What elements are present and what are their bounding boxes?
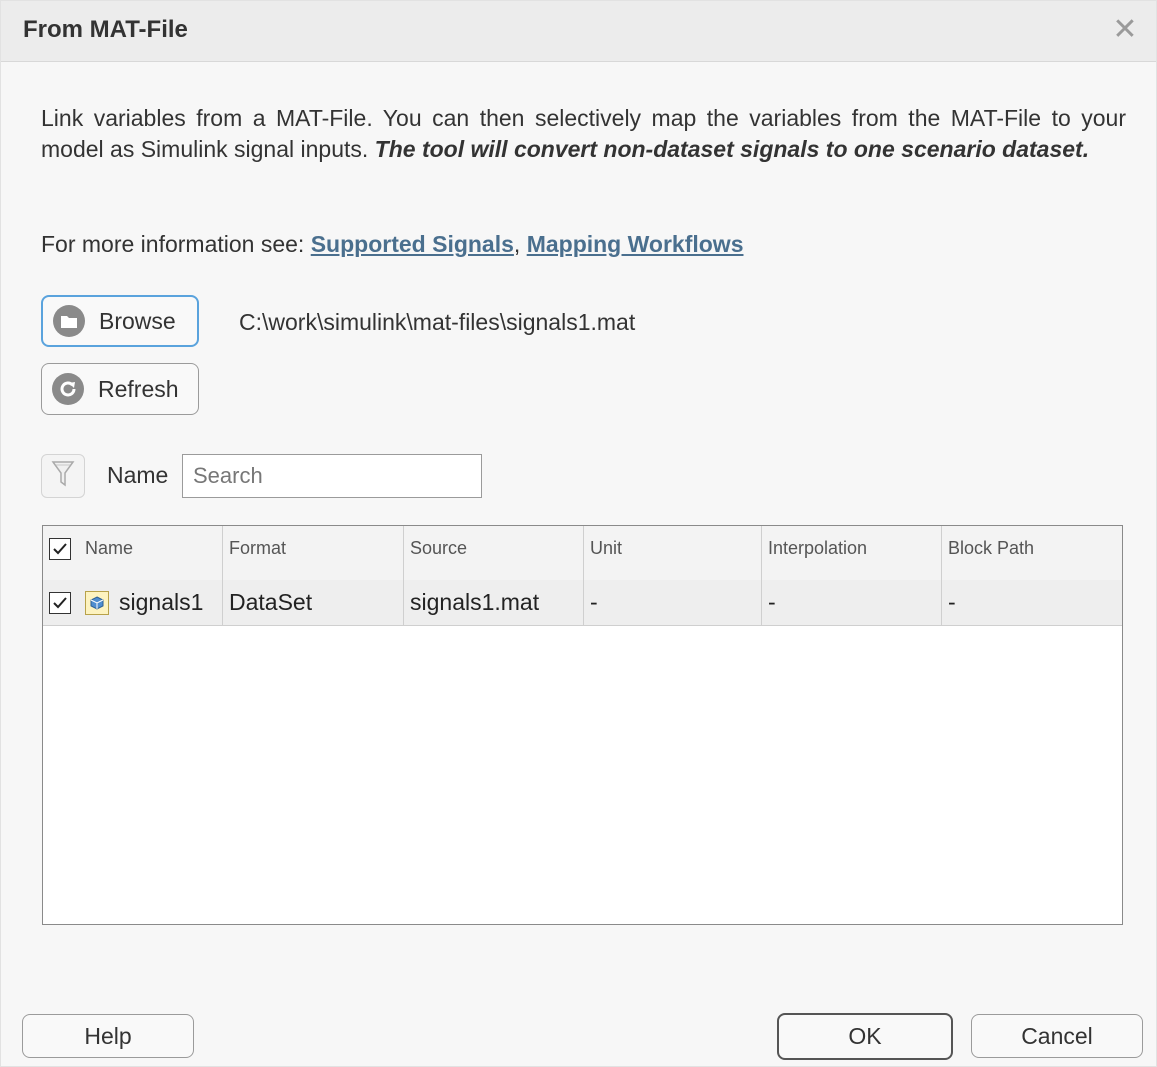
from-mat-file-dialog: From MAT-File ✕ Link variables from a MA… xyxy=(0,0,1157,1067)
folder-icon xyxy=(53,305,85,337)
column-header-source[interactable]: Source xyxy=(404,526,584,580)
row-interpolation: - xyxy=(768,589,776,615)
column-header-unit[interactable]: Unit xyxy=(584,526,762,580)
link-separator: , xyxy=(513,231,527,257)
cell-name[interactable]: signals1 xyxy=(43,580,223,625)
row-name: signals1 xyxy=(119,589,204,615)
filter-button[interactable] xyxy=(41,454,85,498)
select-all-checkbox[interactable] xyxy=(49,538,71,560)
row-checkbox[interactable] xyxy=(49,591,71,614)
file-path: C:\work\simulink\mat-files\signals1.mat xyxy=(239,309,636,335)
ok-button[interactable]: OK xyxy=(777,1013,953,1060)
column-header-block-path[interactable]: Block Path xyxy=(942,526,1122,580)
help-label: Help xyxy=(84,1022,132,1049)
more-info: For more information see: Supported Sign… xyxy=(41,231,743,258)
column-label: Unit xyxy=(590,538,623,558)
column-label: Source xyxy=(410,538,468,558)
cancel-label: Cancel xyxy=(1021,1022,1093,1049)
cell-block-path[interactable]: - xyxy=(942,580,1122,625)
filter-icon xyxy=(51,459,75,494)
cell-interpolation[interactable]: - xyxy=(762,580,942,625)
refresh-button[interactable]: Refresh xyxy=(41,363,199,415)
column-label: Format xyxy=(229,538,287,558)
browse-button[interactable]: Browse xyxy=(41,295,199,347)
dialog-title: From MAT-File xyxy=(23,16,188,43)
ok-label: OK xyxy=(848,1023,882,1049)
mapping-workflows-link[interactable]: Mapping Workflows xyxy=(527,231,744,257)
filter-name-label: Name xyxy=(107,462,169,488)
title-bar: From MAT-File ✕ xyxy=(1,1,1156,62)
dataset-icon xyxy=(85,590,109,615)
variables-table: Name Format Source Unit Interpolation Bl… xyxy=(42,525,1123,925)
help-button[interactable]: Help xyxy=(22,1014,194,1058)
supported-signals-link[interactable]: Supported Signals xyxy=(311,231,514,257)
more-info-prefix: For more information see: xyxy=(41,231,311,257)
row-block-path: - xyxy=(948,589,956,615)
table-header: Name Format Source Unit Interpolation Bl… xyxy=(43,526,1122,581)
column-label: Interpolation xyxy=(768,538,868,558)
refresh-label: Refresh xyxy=(98,375,179,402)
row-format: DataSet xyxy=(229,589,313,615)
refresh-icon xyxy=(52,373,84,405)
column-header-format[interactable]: Format xyxy=(223,526,404,580)
column-label: Block Path xyxy=(948,538,1035,558)
cell-format: DataSet xyxy=(223,580,404,625)
description-bold-text: The tool will convert non-dataset signal… xyxy=(374,136,1090,162)
search-input[interactable] xyxy=(182,454,482,498)
browse-label: Browse xyxy=(99,307,176,334)
column-header-name[interactable]: Name xyxy=(43,526,223,580)
cell-unit[interactable]: - xyxy=(584,580,762,625)
row-source: signals1.mat xyxy=(410,589,540,615)
column-header-interpolation[interactable]: Interpolation xyxy=(762,526,942,580)
cell-source: signals1.mat xyxy=(404,580,584,625)
cancel-button[interactable]: Cancel xyxy=(971,1014,1143,1058)
row-unit: - xyxy=(590,589,598,615)
table-row[interactable]: signals1 DataSet signals1.mat - - - xyxy=(43,580,1122,626)
description: Link variables from a MAT-File. You can … xyxy=(41,103,1126,165)
column-label: Name xyxy=(85,538,134,558)
close-icon[interactable]: ✕ xyxy=(1110,15,1140,45)
